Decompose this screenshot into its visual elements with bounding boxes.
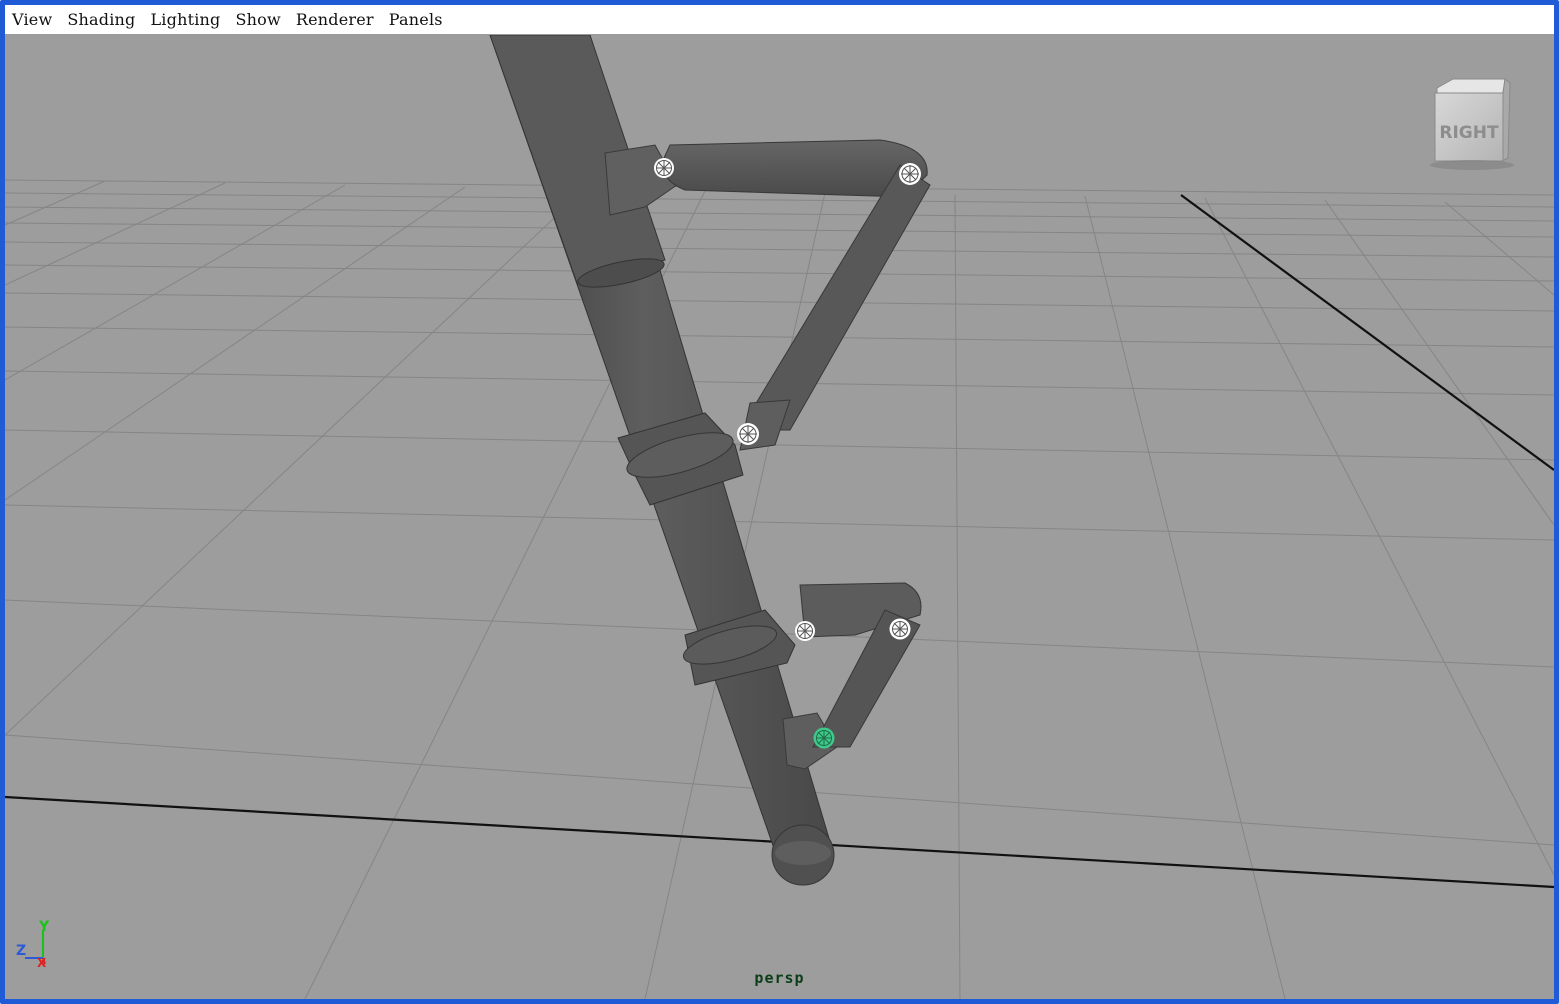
axis-z-label: Z — [16, 943, 26, 959]
perspective-viewport[interactable]: RIGHT Y Z X persp — [5, 35, 1554, 999]
joint-upper-knee[interactable] — [899, 163, 921, 185]
joint-lower-pivot[interactable] — [795, 621, 815, 641]
viewport-scene: RIGHT Y Z X — [5, 35, 1554, 999]
menu-shading[interactable]: Shading — [67, 10, 135, 29]
panel-menubar: View Shading Lighting Show Renderer Pane… — [5, 5, 1554, 35]
camera-name-label: persp — [754, 969, 805, 987]
menu-show[interactable]: Show — [235, 10, 280, 29]
menu-panels[interactable]: Panels — [389, 10, 443, 29]
view-cube[interactable]: RIGHT — [1430, 78, 1514, 170]
menu-lighting[interactable]: Lighting — [150, 10, 220, 29]
ground-grid — [5, 179, 1554, 999]
joint-upper-pivot[interactable] — [654, 158, 674, 178]
joint-lower-knee[interactable] — [889, 618, 911, 640]
view-cube-label: RIGHT — [1439, 123, 1499, 143]
menu-view[interactable]: View — [12, 10, 52, 29]
leg-mesh[interactable] — [489, 35, 931, 886]
joint-mid-pivot[interactable] — [737, 423, 759, 445]
menu-renderer[interactable]: Renderer — [296, 10, 374, 29]
axis-y-label: Y — [38, 919, 50, 935]
axis-gizmo: Y Z X — [16, 919, 50, 970]
joint-ankle-selected[interactable] — [813, 727, 835, 749]
axis-x-label: X — [37, 956, 47, 970]
